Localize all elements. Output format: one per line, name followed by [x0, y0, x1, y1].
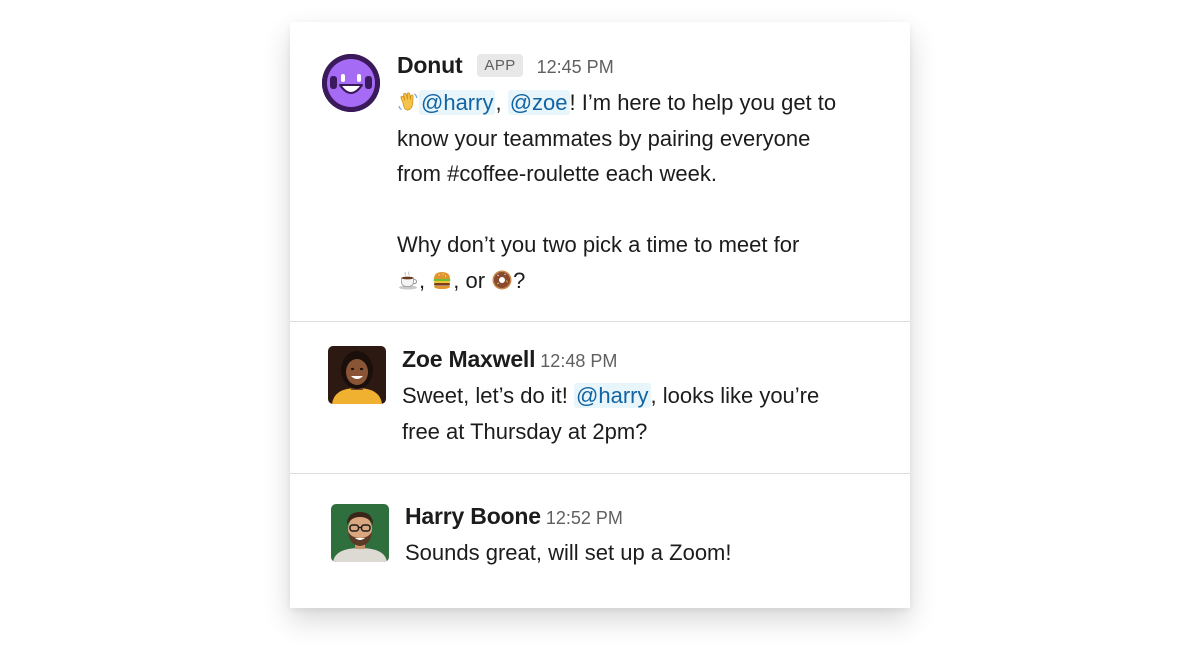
timestamp[interactable]: 12:48 PM — [540, 351, 617, 372]
message-body: Sweet, let’s do it! @harry, looks like y… — [402, 378, 819, 449]
burger-emoji-icon — [433, 271, 451, 289]
app-badge: APP — [477, 54, 523, 77]
message-line: know your teammates by pairing everyone — [397, 125, 811, 151]
donut-avatar[interactable] — [322, 54, 380, 112]
message-header: Zoe Maxwell 12:48 PM — [402, 346, 819, 374]
waving-hand-emoji-icon — [398, 92, 418, 111]
separator-text: , — [419, 267, 426, 293]
donut-face-icon — [322, 54, 380, 112]
message-text: ! I’m here to help you get to — [569, 90, 837, 115]
separator-text: , or — [453, 267, 486, 293]
message-line: , , or ? — [397, 263, 836, 299]
message-line: Why don’t you two pick a time to meet fo… — [397, 232, 800, 257]
message-text: Sweet, let’s do it! — [402, 383, 568, 408]
author-name[interactable]: Harry Boone — [405, 503, 541, 530]
message-line: from #coffee-roulette each week. — [397, 161, 717, 186]
message-line: @harry, @zoe! I’m here to help you get t… — [397, 85, 836, 121]
message-body: Sounds great, will set up a Zoom! — [405, 535, 732, 571]
message-line: Sweet, let’s do it! @harry, looks like y… — [402, 378, 819, 414]
person-avatar-icon — [331, 504, 389, 562]
message-header: Donut APP 12:45 PM — [397, 52, 836, 80]
mention-harry[interactable]: @harry — [419, 90, 496, 115]
coffee-emoji-icon — [399, 270, 418, 289]
separator-text: , — [495, 90, 502, 115]
message-harry: Harry Boone 12:52 PM Sounds great, will … — [290, 474, 910, 608]
message-line: Sounds great, will set up a Zoom! — [405, 540, 732, 565]
donut-emoji-icon — [492, 270, 512, 289]
timestamp[interactable]: 12:45 PM — [537, 57, 614, 78]
avatar-zoe[interactable] — [328, 346, 386, 404]
message-text: , looks like you’re — [650, 383, 820, 408]
person-avatar-icon — [328, 346, 386, 404]
timestamp[interactable]: 12:52 PM — [546, 508, 623, 529]
message-thread: Donut APP 12:45 PM @harry, @zoe! I’m her… — [290, 22, 910, 608]
message-body: @harry, @zoe! I’m here to help you get t… — [397, 85, 836, 298]
message-zoe: Zoe Maxwell 12:48 PM Sweet, let’s do it!… — [290, 322, 910, 473]
message-header: Harry Boone 12:52 PM — [405, 503, 732, 531]
author-name[interactable]: Zoe Maxwell — [402, 346, 535, 373]
avatar-harry[interactable] — [331, 504, 389, 562]
mention-harry[interactable]: @harry — [574, 383, 651, 408]
author-name[interactable]: Donut — [397, 52, 463, 79]
message-text: ? — [513, 267, 526, 293]
message-line: free at Thursday at 2pm? — [402, 418, 648, 444]
message-donut: Donut APP 12:45 PM @harry, @zoe! I’m her… — [290, 22, 910, 321]
mention-zoe[interactable]: @zoe — [507, 90, 570, 115]
